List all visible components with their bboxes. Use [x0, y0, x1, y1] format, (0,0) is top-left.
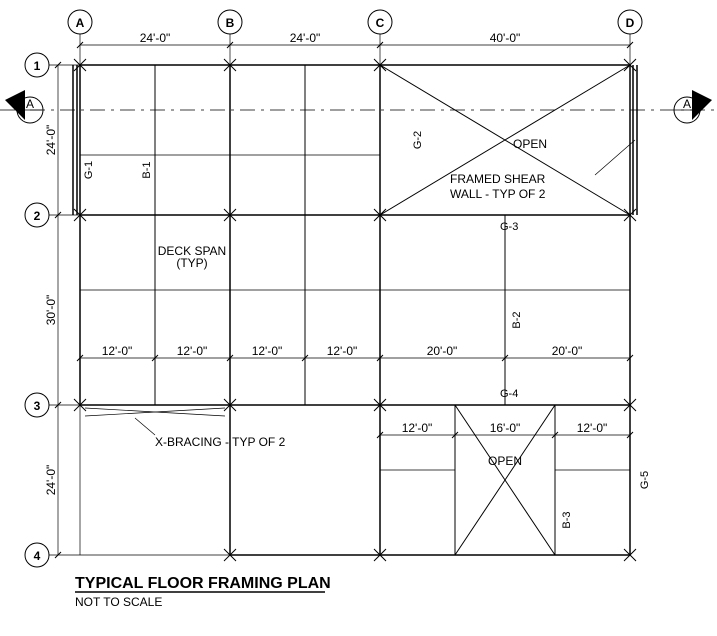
svg-text:4: 4 [34, 549, 41, 563]
shear-wall-A [73, 65, 77, 215]
label-G4: G-4 [500, 388, 518, 400]
svg-text:12'-0": 12'-0" [327, 344, 358, 358]
note-xbrace: X-BRACING - TYP OF 2 [155, 435, 286, 449]
svg-text:24'-0": 24'-0" [44, 125, 58, 156]
label-G5: G-5 [639, 471, 651, 489]
dim-left: 24'-0" 30'-0" 24'-0" [44, 62, 61, 558]
label-B1: B-1 [141, 161, 153, 178]
label-G3: G-3 [500, 221, 518, 233]
svg-text:A: A [76, 16, 85, 30]
drawing-subtitle: NOT TO SCALE [75, 595, 162, 609]
section-mark-left: A [5, 90, 43, 123]
note-deck-span-l2: (TYP) [176, 256, 207, 270]
svg-text:A: A [26, 97, 34, 111]
svg-text:20'-0": 20'-0" [552, 344, 583, 358]
svg-text:D: D [626, 16, 635, 30]
note-shear-wall-l1: FRAMED SHEAR [450, 172, 546, 186]
label-G2: G-2 [412, 131, 424, 149]
dim-top: 24'-0" 24'-0" 40'-0" [77, 31, 633, 48]
framing-plan-drawing: A B C D 1 2 3 4 24'-0" 24'-0" 40'-0" [0, 0, 717, 631]
svg-text:OPEN: OPEN [513, 137, 547, 151]
svg-text:16'-0": 16'-0" [490, 421, 521, 435]
svg-text:24'-0": 24'-0" [290, 31, 321, 45]
leader-xbrace [135, 418, 155, 435]
drawing-title: TYPICAL FLOOR FRAMING PLAN [75, 575, 331, 592]
svg-text:30'-0": 30'-0" [44, 295, 58, 326]
svg-text:C: C [376, 16, 385, 30]
svg-text:12'-0": 12'-0" [252, 344, 283, 358]
svg-text:12'-0": 12'-0" [177, 344, 208, 358]
svg-text:12'-0": 12'-0" [102, 344, 133, 358]
svg-text:12'-0": 12'-0" [402, 421, 433, 435]
label-B3: B-3 [561, 511, 573, 528]
label-B2: B-2 [511, 311, 523, 328]
svg-text:OPEN: OPEN [488, 454, 522, 468]
svg-text:3: 3 [34, 399, 41, 413]
svg-text:1: 1 [34, 59, 41, 73]
svg-text:B: B [226, 16, 235, 30]
svg-text:2: 2 [34, 209, 41, 223]
svg-text:12'-0": 12'-0" [577, 421, 608, 435]
x-bracing-symbol [85, 408, 225, 416]
svg-text:40'-0": 40'-0" [490, 31, 521, 45]
section-mark-right: A [674, 90, 712, 123]
svg-text:24'-0": 24'-0" [44, 465, 58, 496]
svg-text:20'-0": 20'-0" [427, 344, 458, 358]
note-shear-wall-l2: WALL - TYP OF 2 [450, 187, 546, 201]
svg-text:24'-0": 24'-0" [140, 31, 171, 45]
label-G1: G-1 [83, 161, 95, 179]
svg-text:A: A [683, 97, 691, 111]
